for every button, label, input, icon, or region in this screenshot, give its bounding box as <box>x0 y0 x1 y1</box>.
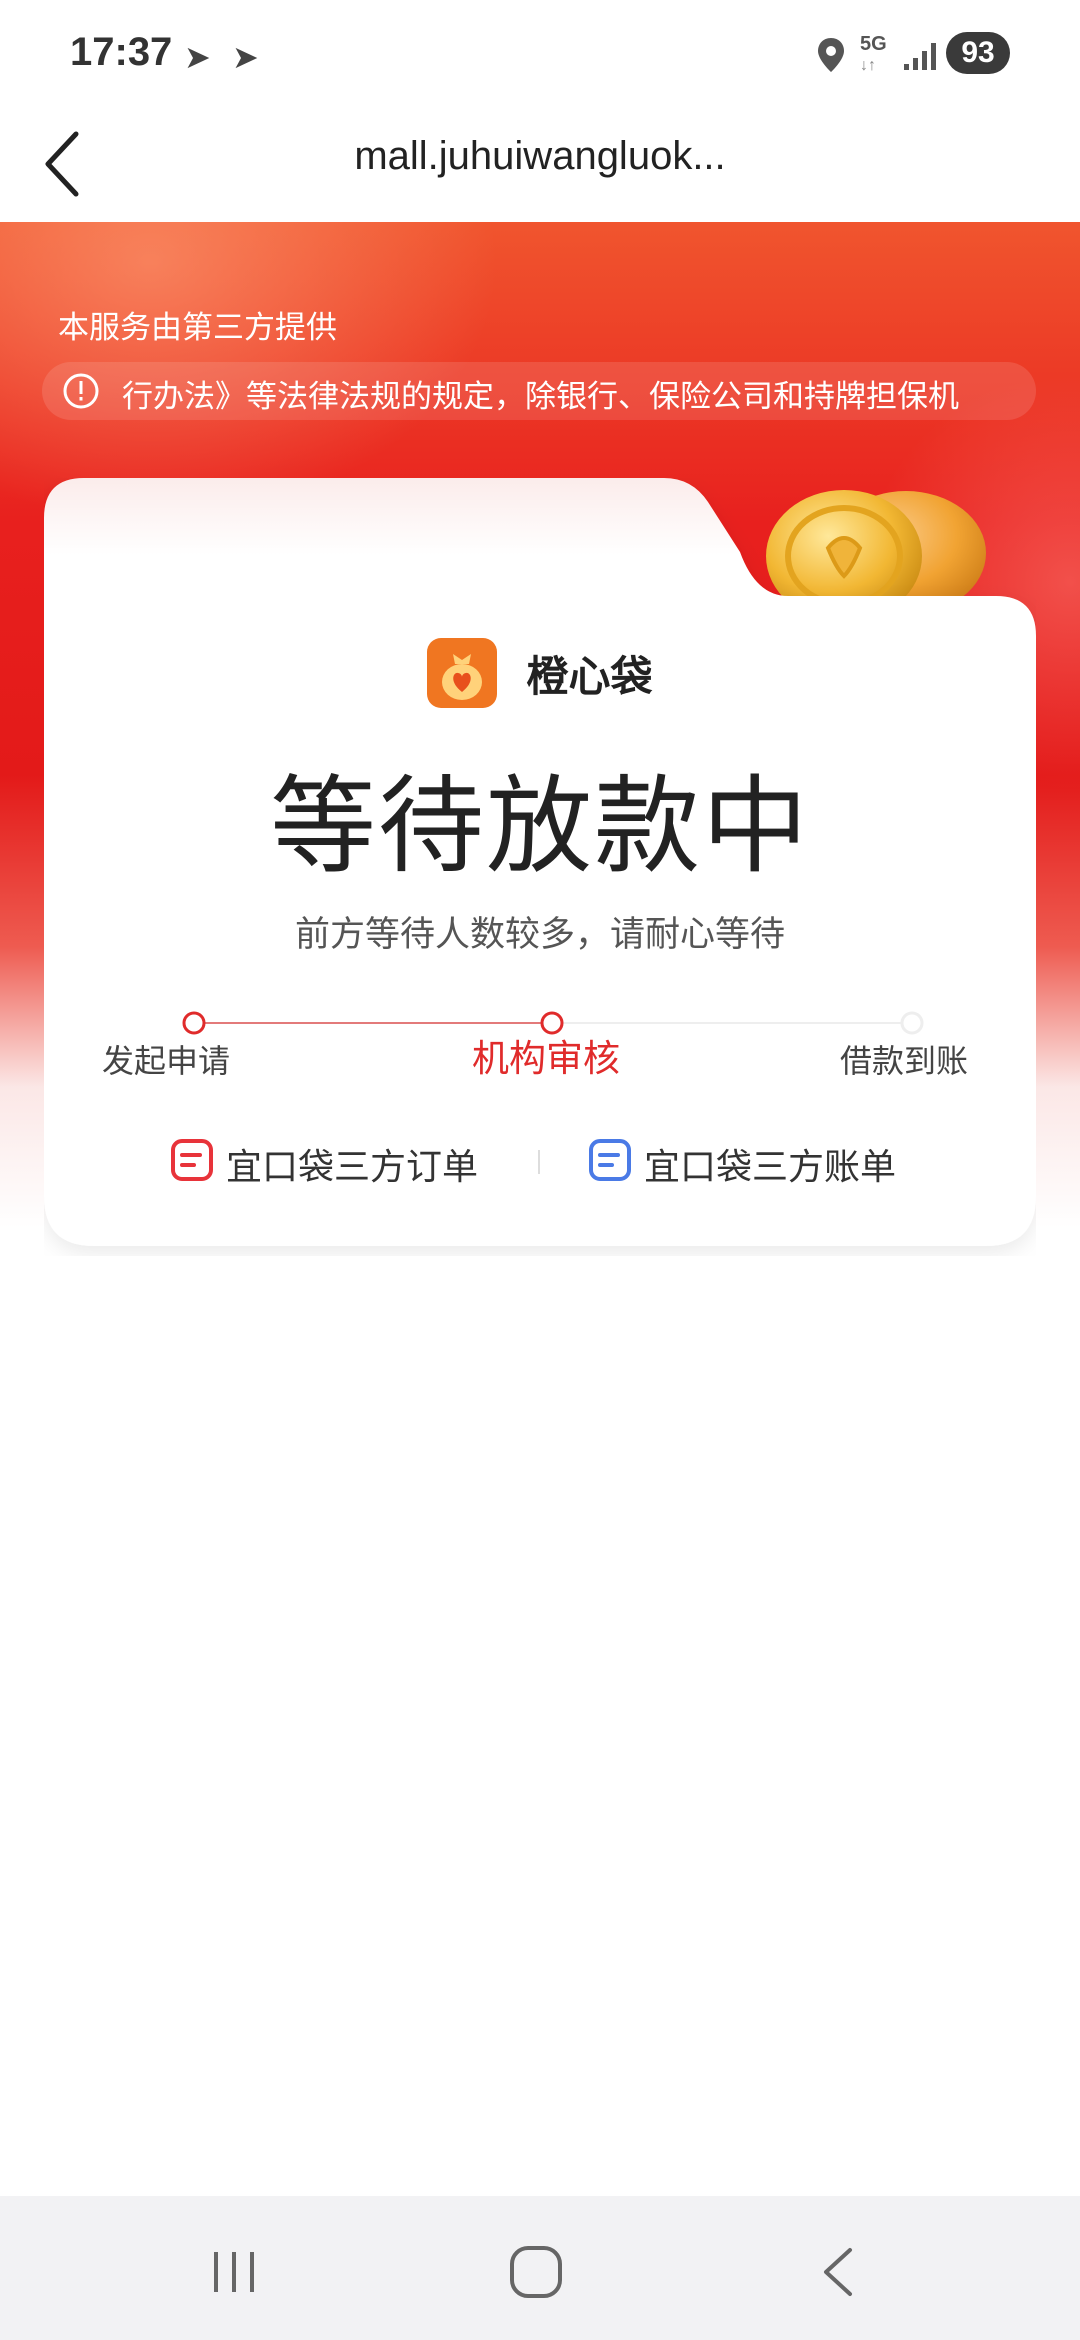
browser-nav-bar: mall.juhuiwangluok... <box>0 108 1080 222</box>
third-party-bill-link[interactable]: 宜口袋三方账单 <box>588 1130 908 1190</box>
signal-icon <box>904 43 936 70</box>
battery-indicator: 93 <box>946 32 1010 74</box>
bill-link-label: 宜口袋三方账单 <box>644 1147 897 1188</box>
third-party-order-link[interactable]: 宜口袋三方订单 <box>170 1130 478 1190</box>
step-dot-apply <box>182 1011 206 1035</box>
brand-header: 橙心袋 <box>44 638 1036 710</box>
brand-name: 橙心袋 <box>526 651 653 701</box>
notice-text: 行办法》等法律法规的规定，除银行、保险公司和持牌担保机 <box>122 379 959 415</box>
loan-status-card: 橙心袋 等待放款中 前方等待人数较多，请耐心等待 发起申请 机构审核 借款到账 … <box>44 478 1036 1256</box>
link-divider <box>538 1150 540 1174</box>
step-label-apply: 发起申请 <box>102 1042 231 1080</box>
recent-apps-icon[interactable] <box>204 2242 264 2302</box>
page-url-title: mall.juhuiwangluok... <box>354 134 726 178</box>
provider-notice: 本服务由第三方提供 <box>58 310 337 346</box>
step-label-payout: 借款到账 <box>840 1042 969 1080</box>
step-label-review: 机构审核 <box>472 1037 620 1080</box>
system-nav-bar <box>0 2196 1080 2340</box>
order-links: 宜口袋三方订单 宜口袋三方账单 <box>44 1130 1036 1190</box>
back-arrow-icon[interactable] <box>40 126 90 202</box>
status-bar: 17:37 ➤ ➤ 5G ↓↑ 93 <box>0 0 1080 108</box>
status-headline: 等待放款中 <box>270 765 810 888</box>
location-icon <box>818 38 844 72</box>
order-doc-icon <box>171 1139 213 1181</box>
order-link-label: 宜口袋三方订单 <box>226 1147 479 1188</box>
status-subtext: 前方等待人数较多，请耐心等待 <box>294 915 785 955</box>
scrolling-notice[interactable]: 行办法》等法律法规的规定，除银行、保险公司和持牌担保机 <box>42 362 1036 420</box>
step-dot-payout <box>900 1011 924 1035</box>
info-icon <box>63 373 99 409</box>
brand-logo-icon <box>427 638 498 708</box>
network-indicator: 5G ↓↑ <box>860 33 887 74</box>
bill-doc-icon <box>589 1139 631 1181</box>
notification-bird-icon: ➤ <box>184 38 211 76</box>
notification-bird-icon: ➤ <box>232 38 259 76</box>
home-icon[interactable] <box>506 2242 566 2302</box>
system-back-icon[interactable] <box>810 2242 870 2302</box>
status-time: 17:37 <box>70 30 173 74</box>
